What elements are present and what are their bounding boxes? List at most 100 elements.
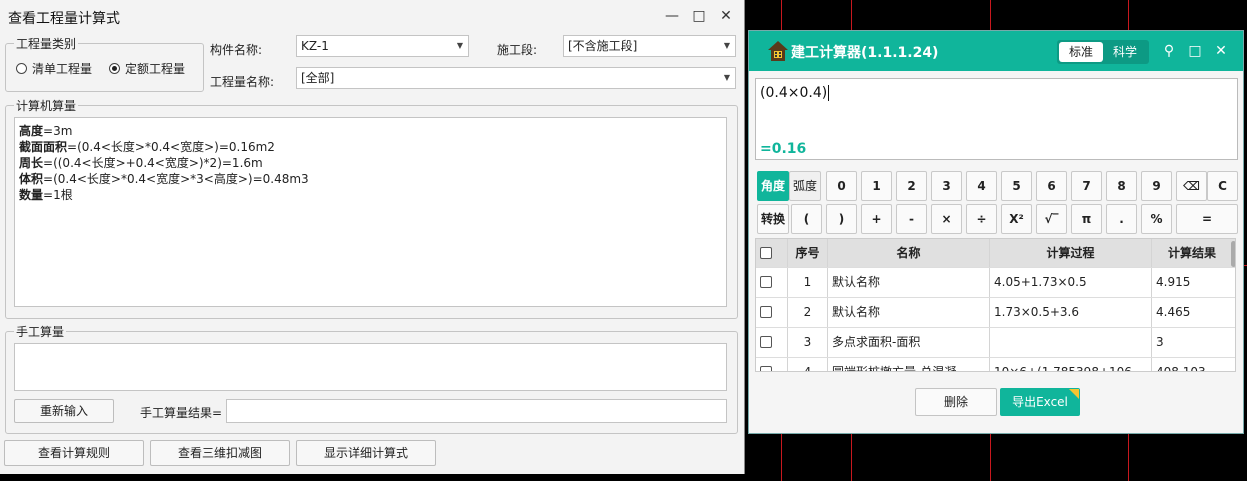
row-checkbox[interactable] — [760, 276, 772, 288]
key-plus[interactable]: + — [861, 204, 892, 234]
close-icon[interactable]: ✕ — [1212, 42, 1230, 60]
formula-name: 周长 — [19, 156, 44, 170]
row-no: 1 — [788, 268, 828, 297]
computer-group-label: 计算机算量 — [14, 97, 79, 114]
component-label: 构件名称: — [210, 43, 263, 57]
dialog-titlebar[interactable]: 查看工程量计算式 — □ ✕ — [0, 0, 744, 32]
row-name: 圆端形桩墩方量-总混凝 — [828, 358, 990, 371]
table-row[interactable]: 1 默认名称 4.05+1.73×0.5 4.915 — [756, 268, 1235, 298]
key-multiply[interactable]: × — [931, 204, 962, 234]
manual-result-input[interactable] — [226, 399, 727, 423]
row-no: 4 — [788, 358, 828, 371]
key-radian[interactable]: 弧度 — [789, 171, 821, 201]
formula-textarea[interactable]: 高度=3m 截面面积=(0.4<长度>*0.4<宽度>)=0.16m2 周长=(… — [14, 117, 727, 307]
maximize-icon[interactable]: □ — [1186, 42, 1204, 60]
row-process: 1.73×0.5+3.6 — [990, 298, 1152, 327]
view-3d-button[interactable]: 查看三维扣减图 — [150, 440, 290, 466]
key-8[interactable]: 8 — [1106, 171, 1137, 201]
key-7[interactable]: 7 — [1071, 171, 1102, 201]
table-scrollbar[interactable] — [1231, 241, 1235, 267]
calculator-titlebar[interactable]: 建工计算器(1.1.1.24) 标准 科学 ⚲ □ ✕ — [749, 31, 1243, 71]
view-rules-button[interactable]: 查看计算规则 — [4, 440, 144, 466]
formula-dialog: 查看工程量计算式 — □ ✕ 工程量类别 清单工程量 定额工程量 构件名称: K… — [0, 0, 745, 474]
quantity-label: 工程量名称: — [210, 75, 275, 89]
chevron-down-icon: ▼ — [456, 41, 463, 50]
key-0[interactable]: 0 — [826, 171, 857, 201]
text-caret — [828, 85, 830, 101]
delete-button[interactable]: 删除 — [915, 388, 997, 416]
key-right-paren[interactable]: ) — [826, 204, 857, 234]
key-clear[interactable]: C — [1207, 171, 1238, 201]
calculator-title: 建工计算器(1.1.1.24) — [791, 45, 939, 61]
formula-expr: =(0.4<长度>*0.4<宽度>*3<高度>)=0.48m3 — [43, 172, 309, 186]
formula-name: 高度 — [19, 124, 44, 138]
row-name: 默认名称 — [828, 268, 990, 297]
backspace-icon[interactable]: ⌫ — [1176, 171, 1207, 201]
quantity-value: [全部] — [301, 71, 335, 85]
key-left-paren[interactable]: ( — [791, 204, 822, 234]
formula-line: 周长=((0.4<长度>+0.4<宽度>)*2)=1.6m — [19, 155, 722, 171]
key-square[interactable]: X² — [1001, 204, 1032, 234]
radio-list-label: 清单工程量 — [32, 62, 93, 76]
row-checkbox-cell — [756, 298, 788, 327]
row-checkbox[interactable] — [760, 336, 772, 348]
close-icon[interactable]: ✕ — [714, 6, 738, 26]
calculator-display[interactable]: (0.4×0.4) =0.16 — [755, 78, 1238, 160]
row-process: 4.05+1.73×0.5 — [990, 268, 1152, 297]
row-checkbox-cell — [756, 268, 788, 297]
manual-textarea[interactable] — [14, 343, 727, 391]
row-checkbox[interactable] — [760, 306, 772, 318]
table-row[interactable]: 4 圆端形桩墩方量-总混凝 10×6+(1.785398+106 408.103 — [756, 358, 1235, 371]
row-checkbox-cell — [756, 358, 788, 371]
key-6[interactable]: 6 — [1036, 171, 1067, 201]
key-percent[interactable]: % — [1141, 204, 1172, 234]
minimize-icon[interactable]: — — [660, 6, 684, 26]
key-dot[interactable]: . — [1106, 204, 1137, 234]
mode-switch: 标准 科学 — [1057, 40, 1149, 64]
table-row[interactable]: 2 默认名称 1.73×0.5+3.6 4.465 — [756, 298, 1235, 328]
key-1[interactable]: 1 — [861, 171, 892, 201]
stage-label: 施工段: — [497, 43, 538, 57]
key-degree[interactable]: 角度 — [757, 171, 789, 201]
select-all-checkbox[interactable] — [760, 247, 772, 259]
stage-value: [不含施工段] — [568, 39, 638, 53]
component-select[interactable]: KZ-1 ▼ — [296, 35, 469, 57]
key-9[interactable]: 9 — [1141, 171, 1172, 201]
row-no: 2 — [788, 298, 828, 327]
row-checkbox[interactable] — [760, 366, 772, 371]
maximize-icon[interactable]: □ — [687, 6, 711, 26]
mode-standard-tab[interactable]: 标准 — [1059, 42, 1103, 62]
row-name: 多点求面积-面积 — [828, 328, 990, 357]
key-convert[interactable]: 转换 — [757, 204, 789, 234]
table-row[interactable]: 3 多点求面积-面积 3 — [756, 328, 1235, 358]
quantity-select[interactable]: [全部] ▼ — [296, 67, 736, 89]
key-sqrt[interactable]: √‾ — [1036, 204, 1067, 234]
key-equals[interactable]: = — [1176, 204, 1238, 234]
chevron-down-icon: ▼ — [723, 73, 730, 82]
key-5[interactable]: 5 — [1001, 171, 1032, 201]
radio-circle-selected[interactable] — [109, 63, 120, 74]
manual-result-label: 手工算量结果= — [140, 406, 223, 420]
radio-quota-quantity[interactable]: 定额工程量 — [109, 60, 185, 77]
table-header: 序号 名称 计算过程 计算结果 — [756, 239, 1235, 268]
radio-circle[interactable] — [16, 63, 27, 74]
corner-badge-icon — [1069, 389, 1079, 399]
key-4[interactable]: 4 — [966, 171, 997, 201]
key-pi[interactable]: π — [1071, 204, 1102, 234]
header-no: 序号 — [788, 239, 828, 267]
export-excel-button[interactable]: 导出Excel — [1000, 388, 1080, 416]
key-minus[interactable]: - — [896, 204, 927, 234]
key-2[interactable]: 2 — [896, 171, 927, 201]
key-3[interactable]: 3 — [931, 171, 962, 201]
pin-icon[interactable]: ⚲ — [1160, 42, 1178, 60]
key-divide[interactable]: ÷ — [966, 204, 997, 234]
stage-select[interactable]: [不含施工段] ▼ — [563, 35, 736, 57]
show-detail-button[interactable]: 显示详细计算式 — [296, 440, 436, 466]
mode-science-tab[interactable]: 科学 — [1103, 42, 1147, 62]
reinput-button[interactable]: 重新输入 — [14, 399, 114, 423]
calculator-window: 建工计算器(1.1.1.24) 标准 科学 ⚲ □ ✕ (0.4×0.4) =0… — [748, 30, 1244, 434]
radio-list-quantity[interactable]: 清单工程量 — [16, 60, 92, 77]
formula-expr: =1根 — [43, 188, 73, 202]
row-checkbox-cell — [756, 328, 788, 357]
formula-name: 体积 — [19, 172, 44, 186]
